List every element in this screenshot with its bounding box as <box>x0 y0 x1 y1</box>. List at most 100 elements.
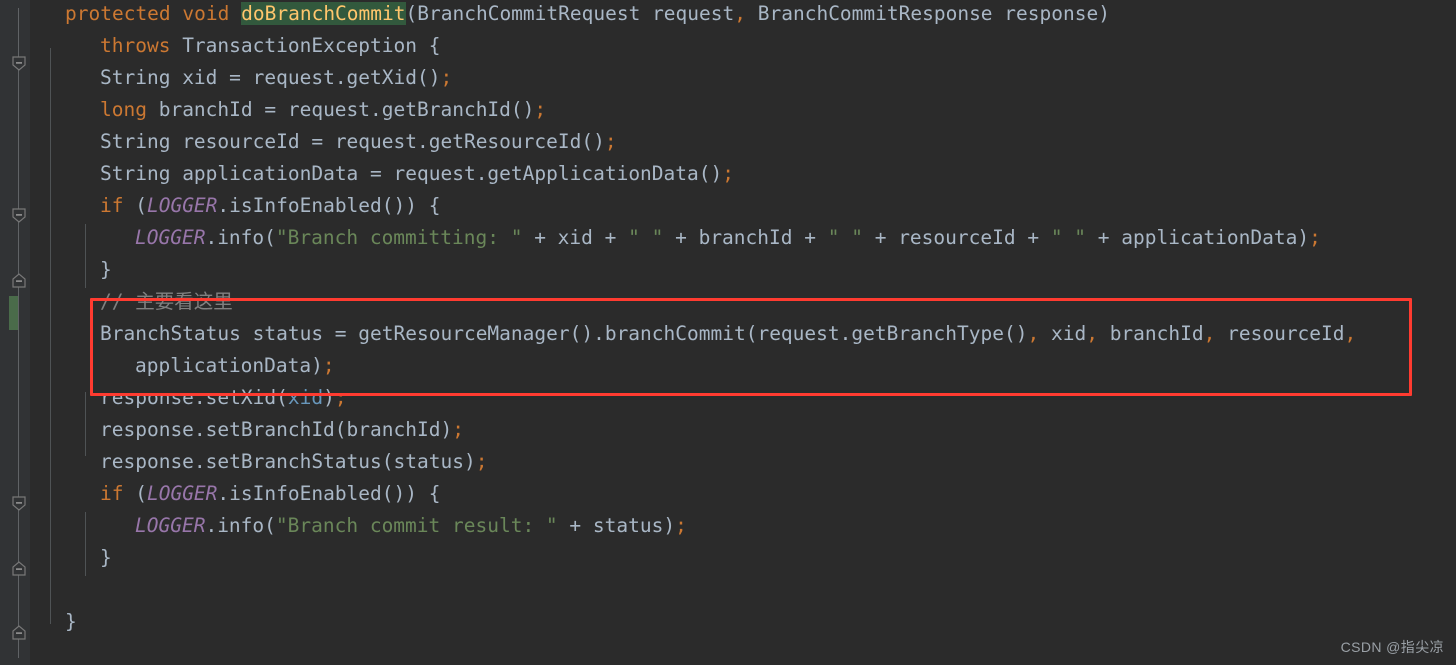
code-line[interactable]: if (LOGGER.isInfoEnabled()) { <box>30 190 1456 222</box>
code-token-ident: xid <box>1039 322 1087 345</box>
code-token-ident: response.setXid( <box>100 386 288 409</box>
code-line[interactable] <box>30 574 1456 606</box>
code-token-semi: ; <box>534 98 547 121</box>
code-line[interactable]: response.setXid(xid); <box>30 382 1456 414</box>
code-token-ident: + branchId + <box>663 226 828 249</box>
code-token-semi: ; <box>475 450 488 473</box>
code-token-type: BranchCommitRequest <box>417 2 641 25</box>
code-line[interactable]: // 主要看这里 <box>30 286 1456 318</box>
code-token-semi: ; <box>452 418 464 441</box>
minus-shield-down-icon[interactable] <box>11 56 27 72</box>
code-line[interactable]: protected void doBranchCommit(BranchComm… <box>30 0 1456 30</box>
code-token-punct: ( <box>405 2 418 25</box>
code-token-brace: } <box>100 258 112 281</box>
code-token-brace: { <box>428 34 441 57</box>
code-token-punct <box>171 2 183 25</box>
csdn-watermark: CSDN @指尖凉 <box>1340 639 1444 655</box>
code-token-ident: xid = request.getXid() <box>170 66 441 89</box>
code-line[interactable]: long branchId = request.getBranchId(); <box>30 94 1456 126</box>
code-token-ident: branchId = request.getBranchId() <box>146 98 535 121</box>
code-token-brace: { <box>428 482 441 505</box>
code-token-brace: } <box>65 610 77 633</box>
code-line[interactable]: String xid = request.getXid(); <box>30 62 1456 94</box>
code-line[interactable]: throws TransactionException { <box>30 30 1456 62</box>
code-line[interactable]: } <box>30 606 1456 638</box>
minus-shield-down-icon[interactable] <box>11 496 27 512</box>
code-token-semi: , <box>1203 322 1216 345</box>
code-token-brace: { <box>428 194 441 217</box>
code-token-brace: } <box>100 546 112 569</box>
code-token-type: BranchStatus <box>100 322 241 345</box>
code-editor-window: protected void doBranchCommit(BranchComm… <box>0 0 1456 665</box>
vcs-change-strip <box>0 0 8 665</box>
code-token-kw: throws <box>100 34 171 57</box>
code-token-punct <box>746 2 758 25</box>
code-token-ident: request <box>640 2 735 25</box>
code-token-ident: applicationData) <box>135 354 323 377</box>
code-token-cmt: // 主要看这里 <box>100 290 233 313</box>
code-token-ident: ) <box>323 386 335 409</box>
code-token-semi: ; <box>722 162 734 185</box>
code-token-semi: , <box>1086 322 1098 345</box>
code-token-type: BranchCommitResponse <box>757 2 993 25</box>
code-token-ident: + status) <box>557 514 676 537</box>
minus-shield-up-icon[interactable] <box>11 272 27 288</box>
code-token-str: "Branch committing: " <box>275 226 523 249</box>
code-token-str: " " <box>827 226 863 249</box>
code-token-ident: .info( <box>205 514 276 537</box>
code-line[interactable]: } <box>30 254 1456 286</box>
editor-gutter[interactable] <box>0 0 30 665</box>
code-token-kw: void <box>182 2 230 25</box>
code-line[interactable]: LOGGER.info("Branch commit result: " + s… <box>30 510 1456 542</box>
code-line-list[interactable]: protected void doBranchCommit(BranchComm… <box>30 0 1456 638</box>
code-token-type: String <box>100 66 171 89</box>
code-token-type: String <box>100 130 171 153</box>
code-token-kw: if <box>100 482 124 505</box>
code-token-type: String <box>100 162 171 185</box>
code-line[interactable]: applicationData); <box>30 350 1456 382</box>
code-token-ident: response.setBranchStatus(status) <box>100 450 476 473</box>
code-token-param: xid <box>287 386 324 409</box>
code-token-str: " " <box>1050 226 1087 249</box>
code-token-ident: response <box>992 2 1099 25</box>
code-token-type: TransactionException <box>170 34 429 57</box>
code-line[interactable]: LOGGER.info("Branch committing: " + xid … <box>30 222 1456 254</box>
vcs-change-stripe[interactable] <box>9 296 18 330</box>
code-token-semi: ; <box>604 130 617 153</box>
code-token-semi: , <box>734 2 746 25</box>
code-token-ident: + resourceId + <box>862 226 1051 249</box>
code-token-str: "Branch commit result: " <box>275 514 558 537</box>
code-line[interactable]: response.setBranchId(branchId); <box>30 414 1456 446</box>
code-token-ident: + applicationData) <box>1086 226 1310 249</box>
code-token-semi: ; <box>334 386 347 409</box>
minus-shield-up-icon[interactable] <box>11 560 27 576</box>
code-token-semi: ; <box>322 354 335 377</box>
code-line[interactable]: String resourceId = request.getResourceI… <box>30 126 1456 158</box>
code-token-ident: resourceId <box>1215 322 1345 345</box>
code-token-kw: long <box>100 98 147 121</box>
code-token-punct: ) <box>1098 2 1110 25</box>
code-line[interactable]: response.setBranchStatus(status); <box>30 446 1456 478</box>
code-token-punct <box>229 2 241 25</box>
code-line[interactable]: String applicationData = request.getAppl… <box>30 158 1456 190</box>
code-line[interactable]: BranchStatus status = getResourceManager… <box>30 318 1456 350</box>
code-token-kw: if <box>100 194 124 217</box>
code-token-kw: protected <box>65 2 171 25</box>
code-token-ident: .info( <box>205 226 276 249</box>
code-token-semi: ; <box>1309 226 1321 249</box>
code-token-semi: , <box>1344 322 1357 345</box>
code-token-ident: branchId <box>1097 322 1204 345</box>
code-token-ident: + xid + <box>522 226 629 249</box>
code-token-ident: response.setBranchId(branchId) <box>100 418 453 441</box>
code-token-punct: ( <box>123 194 147 217</box>
code-token-field: LOGGER <box>135 514 206 537</box>
code-token-ident: applicationData = request.getApplication… <box>170 162 723 185</box>
code-line[interactable]: } <box>30 542 1456 574</box>
minus-shield-up-icon[interactable] <box>11 624 27 640</box>
code-line[interactable]: if (LOGGER.isInfoEnabled()) { <box>30 478 1456 510</box>
code-token-field: LOGGER <box>146 482 218 505</box>
minus-shield-down-icon[interactable] <box>11 208 27 224</box>
code-token-ident: status = getResourceManager().branchComm… <box>240 322 1028 345</box>
code-text-area[interactable]: protected void doBranchCommit(BranchComm… <box>30 0 1456 665</box>
code-token-field: LOGGER <box>146 194 218 217</box>
